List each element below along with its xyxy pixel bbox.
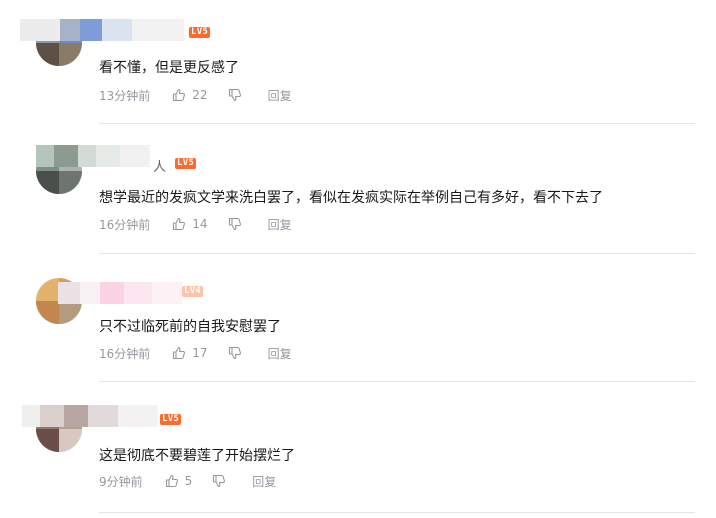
like-button[interactable]: 5 [165,474,193,488]
like-count: 14 [192,217,208,231]
thumbs-up-icon [173,88,186,102]
comment-meta: 16分钟前 17 回复 [99,344,292,362]
comment-item: LV5 这是彻底不要碧莲了开始摆烂了 9分钟前 5 回复 [0,383,716,518]
comment-item: LV4 只不过临死前的自我安慰罢了 16分钟前 17 回复 [0,255,716,383]
username-tail[interactable]: 人 [153,156,166,175]
like-button[interactable]: 17 [172,346,208,360]
dislike-button[interactable] [228,88,242,102]
divider [99,381,695,382]
comment-text: 想学最近的发疯文学来洗白罢了，看似在发疯实际在举例自己有多好，看不下去了 [99,190,603,206]
like-count: 5 [184,474,193,488]
username-redacted[interactable] [58,282,182,304]
level-badge: LV5 [189,27,211,38]
thumbs-down-icon [213,474,226,488]
comment-item: 人 LV5 想学最近的发疯文学来洗白罢了，看似在发疯实际在举例自己有多好，看不下… [0,125,716,255]
dislike-button[interactable] [212,474,226,488]
comment-time: 16分钟前 [99,217,151,232]
comment-item: LV5 看不懂，但是更反感了 13分钟前 22 回复 [0,0,716,125]
username-redacted[interactable] [22,405,158,427]
divider [99,253,695,254]
thumbs-down-icon [228,88,241,102]
comment-meta: 9分钟前 5 回复 [99,472,276,490]
reply-button[interactable]: 回复 [252,473,276,490]
like-count: 17 [192,346,208,360]
comment-text: 看不懂，但是更反感了 [99,60,239,76]
thumbs-up-icon [173,346,186,360]
thumbs-down-icon [228,346,241,360]
level-badge: LV5 [160,414,182,425]
reply-button[interactable]: 回复 [268,216,292,233]
comment-meta: 13分钟前 22 回复 [99,86,292,104]
dislike-button[interactable] [228,346,242,360]
username-redacted[interactable] [36,145,150,167]
comment-text: 只不过临死前的自我安慰罢了 [99,319,281,335]
like-button[interactable]: 14 [172,217,208,231]
thumbs-down-icon [228,217,241,231]
thumbs-up-icon [173,217,186,231]
level-badge: LV5 [175,158,197,169]
divider [99,512,695,513]
comment-meta: 16分钟前 14 回复 [99,215,292,233]
reply-button[interactable]: 回复 [268,87,292,104]
thumbs-up-icon [165,474,178,488]
comment-time: 16分钟前 [99,346,151,361]
comment-text: 这是彻底不要碧莲了开始摆烂了 [99,448,295,464]
username-redacted[interactable] [20,19,184,41]
divider [99,123,695,124]
level-badge: LV4 [182,286,204,297]
comment-time: 9分钟前 [99,474,143,489]
comment-time: 13分钟前 [99,88,151,103]
reply-button[interactable]: 回复 [268,345,292,362]
like-button[interactable]: 22 [172,88,208,102]
like-count: 22 [192,88,208,102]
dislike-button[interactable] [228,217,242,231]
